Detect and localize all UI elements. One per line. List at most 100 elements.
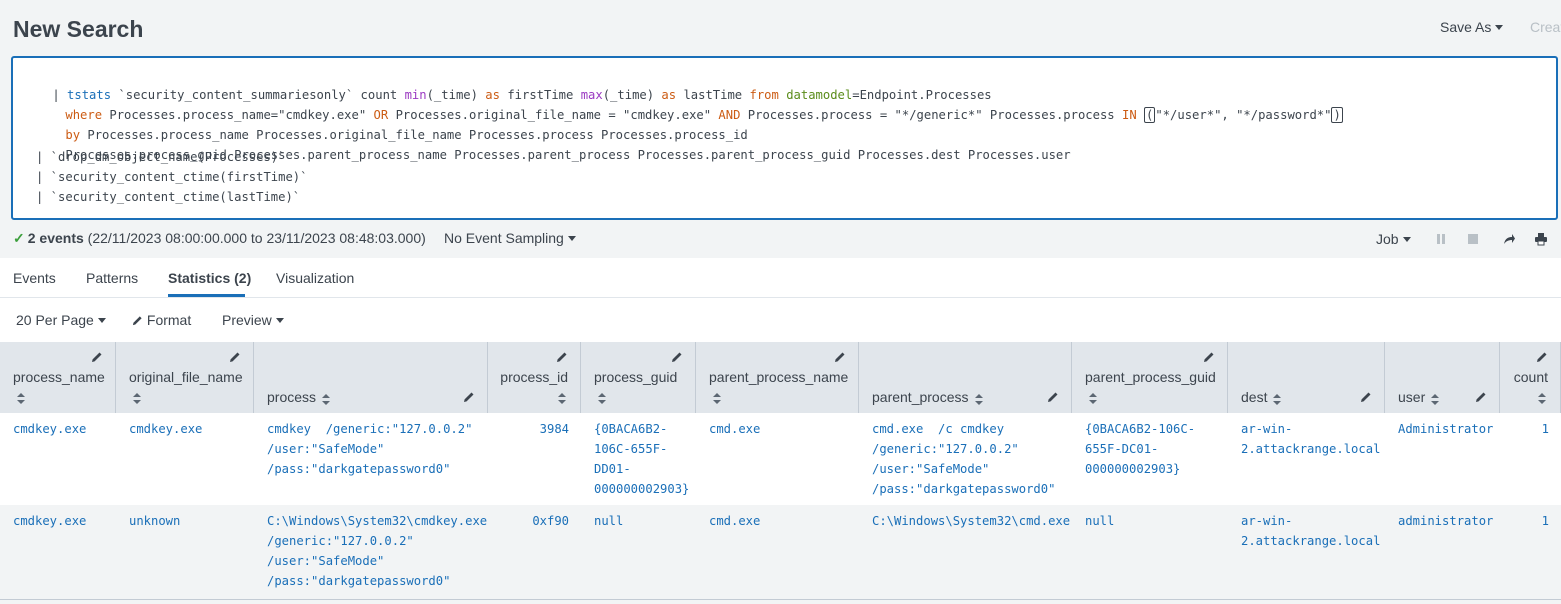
table-row: cmdkey.exe unknown C:\Windows\System32\cmd… [0,505,1561,599]
chevron-down-icon [275,318,284,323]
job-label: Job [1376,231,1399,247]
cell-parent-process-guid[interactable]: null [1085,511,1114,531]
edit-column-icon[interactable] [463,390,475,402]
check-icon: ✓ [13,230,25,246]
sort-icon[interactable] [322,392,331,405]
table-toolbar: 20 Per Page Format Preview [0,298,1561,342]
search-query-editor[interactable]: | tstats `security_content_summariesonly… [11,56,1558,220]
column-header-process-name[interactable]: process_name [0,342,116,413]
tab-visualization[interactable]: Visualization [276,270,354,286]
column-header-process-guid[interactable]: process_guid [581,342,696,413]
edit-column-icon[interactable] [834,350,846,362]
cell-process-name[interactable]: cmdkey.exe [13,419,86,439]
sort-icon[interactable] [598,391,606,404]
column-header-parent-process-guid[interactable]: parent_process_guid [1072,342,1228,413]
cell-process-id[interactable]: 3984 [540,419,569,439]
chevron-down-icon [97,318,106,323]
pause-icon[interactable] [1434,232,1448,246]
cell-parent-process-name[interactable]: cmd.exe [709,419,760,439]
column-label: process [267,389,317,405]
table-bottom-border [0,599,1561,600]
sort-icon[interactable] [133,391,141,404]
event-sampling-dropdown[interactable]: No Event Sampling [444,230,576,246]
cell-process-guid[interactable]: null [594,511,623,531]
chevron-down-icon [1402,237,1411,242]
share-icon[interactable] [1502,232,1516,246]
cell-user[interactable]: Administrator [1398,419,1493,439]
column-header-parent-process[interactable]: parent_process [859,342,1072,413]
cell-original-file-name[interactable]: cmdkey.exe [129,419,202,439]
column-header-user[interactable]: user [1385,342,1500,413]
cell-count[interactable]: 1 [1542,419,1549,439]
chevron-down-icon [567,236,576,241]
job-menu[interactable]: Job [1376,231,1411,247]
edit-column-icon[interactable] [556,350,568,362]
edit-column-icon[interactable] [1203,350,1215,362]
search-line: | `security_content_ctime(firstTime)` [36,168,308,186]
tab-patterns[interactable]: Patterns [86,270,138,286]
column-header-count[interactable]: count [1500,342,1561,413]
cell-parent-process-guid[interactable]: {0BACA6B2-106C- 655F-DC01- 000000002903} [1085,419,1195,479]
cell-dest[interactable]: ar-win- 2.attackrange.local [1241,511,1380,551]
sort-icon[interactable] [713,391,721,404]
cell-dest[interactable]: ar-win- 2.attackrange.local [1241,419,1380,459]
per-page-label: 20 Per Page [16,312,94,328]
column-label: dest [1241,389,1268,405]
cell-process-name[interactable]: cmdkey.exe [13,511,86,531]
active-tab-indicator [168,294,245,297]
search-line: | `drop_dm_object_name(Processes)` [36,148,285,166]
cell-process[interactable]: C:\Windows\System32\cmdkey.exe /generic:… [267,511,487,591]
preview-dropdown[interactable]: Preview [222,312,284,328]
save-as-menu[interactable]: Save As [1440,19,1504,35]
column-label: parent_process_name [709,369,849,385]
print-icon[interactable] [1534,232,1548,246]
column-header-process[interactable]: process [254,342,488,413]
table-header: process_name original_file_nameprocess pro… [0,342,1561,413]
edit-column-icon[interactable] [1475,390,1487,402]
search-line: by Processes.process_name Processes.orig… [36,108,747,142]
cell-user[interactable]: administrator [1398,511,1493,531]
edit-column-icon[interactable] [229,350,241,362]
events-count: 2 events [27,230,84,246]
sort-icon[interactable] [558,391,566,404]
cell-parent-process-name[interactable]: cmd.exe [709,511,760,531]
text-token: "*/user*", "*/password*" [1155,108,1332,122]
sort-icon[interactable] [1089,391,1097,404]
edit-column-icon[interactable] [91,350,103,362]
event-status: ✓ 2 events (22/11/2023 08:00:00.000 to 23… [13,230,426,247]
edit-column-icon[interactable] [1047,390,1059,402]
format-label: Format [146,312,192,328]
edit-column-icon[interactable] [1360,390,1372,402]
column-header-process-id[interactable]: process_id [488,342,581,413]
sort-icon[interactable] [1273,392,1282,405]
create-button[interactable]: Creat [1530,19,1561,35]
cell-count[interactable]: 1 [1542,511,1549,531]
cell-process[interactable]: cmdkey /generic:"127.0.0.2" /user:"SafeM… [267,419,472,479]
preview-label: Preview [222,312,272,328]
text-token: | `security_content_ctime(lastTime)` [36,190,301,204]
tab-statistics[interactable]: Statistics (2) [168,270,251,286]
column-header-original-file-name[interactable]: original_file_name [116,342,254,413]
format-button[interactable]: Format [132,312,191,328]
edit-column-icon[interactable] [1536,350,1548,362]
column-label: user [1398,389,1426,405]
edit-column-icon[interactable] [671,350,683,362]
column-header-dest[interactable]: dest [1228,342,1385,413]
column-label: original_file_name [129,369,243,385]
sort-icon[interactable] [1538,391,1546,404]
sort-icon[interactable] [17,391,25,404]
stop-icon[interactable] [1466,232,1480,246]
cell-process-id[interactable]: 0xf90 [532,511,569,531]
sort-icon[interactable] [1431,392,1440,405]
cell-original-file-name[interactable]: unknown [129,511,180,531]
column-label: count [1513,369,1548,385]
per-page-dropdown[interactable]: 20 Per Page [16,312,106,328]
time-range: (22/11/2023 08:00:00.000 to 23/11/2023 0… [87,230,426,246]
column-header-parent-process-name[interactable]: parent_process_name [696,342,859,413]
cell-parent-process[interactable]: cmd.exe /c cmdkey /generic:"127.0.0.2" /… [872,419,1055,499]
cell-process-guid[interactable]: {0BACA6B2- 106C-655F- DD01- 000000002903… [594,419,689,499]
cell-parent-process[interactable]: C:\Windows\System32\cmd.exe [872,511,1070,531]
tab-events[interactable]: Events [13,270,56,286]
sort-icon[interactable] [974,392,983,405]
